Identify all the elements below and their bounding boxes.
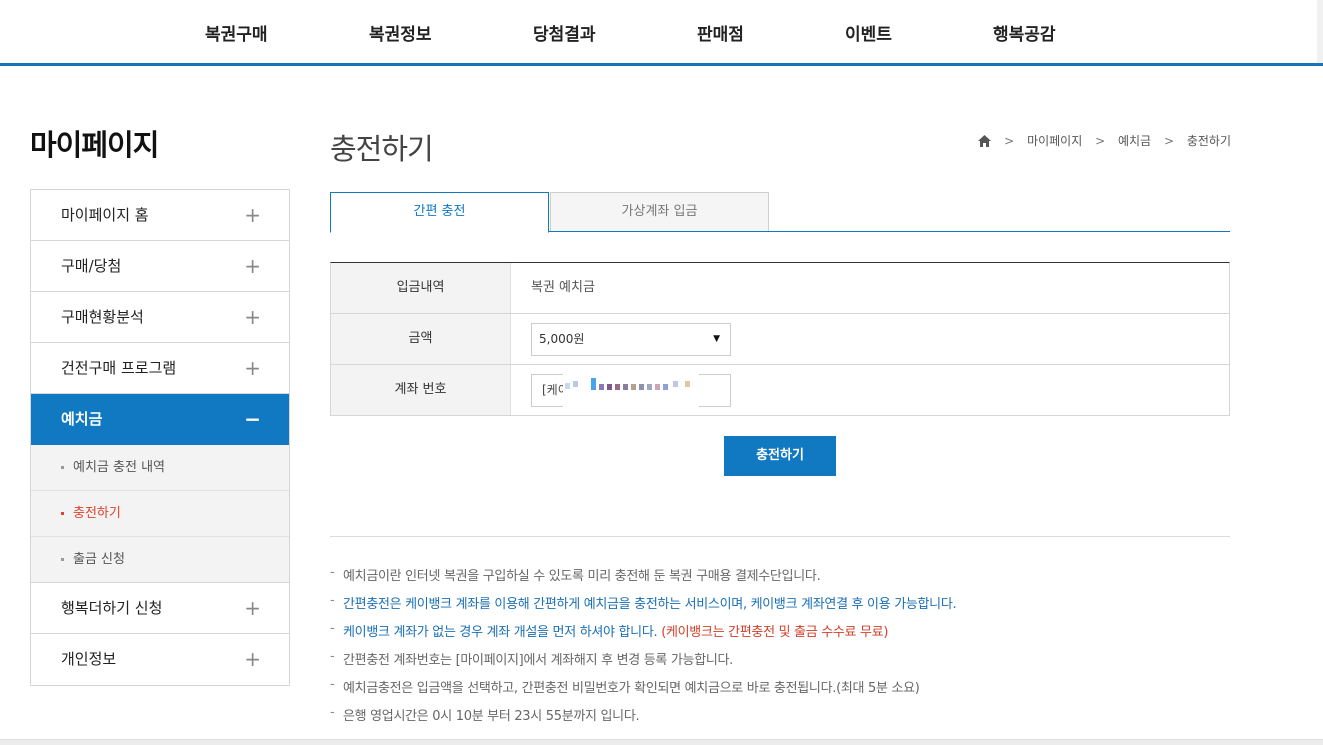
divider <box>330 536 1230 537</box>
chevron-right-icon: > <box>1163 133 1174 148</box>
dropdown-arrow-icon: ▼ <box>713 334 720 344</box>
plus-icon: + <box>244 596 261 620</box>
breadcrumb-deposit[interactable]: 예치금 <box>1118 132 1151 149</box>
note-item: - 간편충전 계좌번호는 [마이페이지]에서 계좌해지 후 변경 등록 가능합니… <box>330 649 734 668</box>
chevron-right-icon: > <box>1095 133 1106 148</box>
note-item: - 예치금충전은 입금액을 선택하고, 간편충전 비밀번호가 확인되면 예치금으… <box>330 677 920 696</box>
home-icon[interactable] <box>978 134 992 148</box>
label-account: 계좌 번호 <box>331 365 511 415</box>
sidebar-subitem-deposit-history[interactable]: 예치금 충전 내역 <box>31 445 289 491</box>
sidebar-title: 마이페이지 <box>30 128 159 162</box>
sidebar-item-deposit[interactable]: 예치금 − <box>31 394 289 445</box>
tab-simple-charge[interactable]: 간편 충전 <box>330 192 549 233</box>
sidebar-item-personal-info[interactable]: 개인정보 + <box>31 634 289 685</box>
breadcrumb-current: 충전하기 <box>1186 134 1231 148</box>
nav-winning-results[interactable]: 당첨결과 <box>533 20 596 45</box>
sidebar-item-purchase-analysis[interactable]: 구매현황분석 + <box>31 292 289 343</box>
tab-virtual-account[interactable]: 가상계좌 입금 <box>550 192 769 231</box>
label-amount: 금액 <box>331 314 511 364</box>
sidebar-item-label: 개인정보 <box>61 650 117 668</box>
sidebar-item-happiness-plus[interactable]: 행복더하기 신청 + <box>31 583 289 634</box>
chevron-right-icon: > <box>1004 133 1015 148</box>
sidebar-item-label: 마이페이지 홈 <box>61 206 149 224</box>
sidebar-item-purchase-winning[interactable]: 구매/당첨 + <box>31 241 289 292</box>
breadcrumb: > 마이페이지 > 예치금 > 충전하기 <box>978 132 1231 149</box>
amount-selected-value: 5,000원 <box>539 332 585 346</box>
bullet-icon <box>61 512 64 515</box>
sidebar-item-label: 구매/당첨 <box>61 257 122 275</box>
sidebar-subitem-withdraw[interactable]: 출금 신청 <box>31 537 289 583</box>
plus-icon: + <box>244 203 261 227</box>
form-row-deposit-type: 입금내역 복권 예치금 <box>331 263 1229 314</box>
charge-tabs: 간편 충전 가상계좌 입금 <box>330 192 1230 233</box>
sidebar-item-healthy-purchase[interactable]: 건전구매 프로그램 + <box>31 343 289 394</box>
nav-happiness[interactable]: 행복공감 <box>993 20 1056 45</box>
bullet-icon <box>61 558 64 561</box>
charge-form: 입금내역 복권 예치금 금액 5,000원 ▼ 계좌 번호 [케이 <box>330 262 1230 416</box>
sidebar-subitem-charge[interactable]: 충전하기 <box>31 491 289 537</box>
footer-edge <box>0 739 1323 745</box>
sidebar-item-label: 구매현황분석 <box>61 308 144 326</box>
note-text: 간편충전 계좌번호는 [마이페이지]에서 계좌해지 후 변경 등록 가능합니다. <box>343 653 734 668</box>
bullet-icon <box>61 466 64 469</box>
sidebar-subitem-label: 충전하기 <box>73 506 121 521</box>
nav-events[interactable]: 이벤트 <box>845 20 892 45</box>
info-notes: - 예치금이란 인터넷 복권을 구입하실 수 있도록 미리 충전해 둔 복권 구… <box>330 565 1230 733</box>
note-item: - 예치금이란 인터넷 복권을 구입하실 수 있도록 미리 충전해 둔 복권 구… <box>330 565 821 584</box>
form-row-amount: 금액 5,000원 ▼ <box>331 314 1229 365</box>
sidebar-item-label: 행복더하기 신청 <box>61 599 163 617</box>
scrollbar[interactable] <box>1317 0 1323 63</box>
note-item: - 은행 영업시간은 0시 10분 부터 23시 55분까지 입니다. <box>330 705 640 724</box>
nav-lottery-info[interactable]: 복권정보 <box>369 20 432 45</box>
sidebar-subitem-label: 예치금 충전 내역 <box>73 460 165 475</box>
plus-icon: + <box>244 647 261 671</box>
note-highlight: (케이뱅크는 간편충전 및 출금 수수료 무료) <box>661 625 889 640</box>
note-text: 간편충전은 케이뱅크 계좌를 이용해 간편하게 예치금을 충전하는 서비스이며,… <box>343 597 957 612</box>
sidebar-item-label: 건전구매 프로그램 <box>61 359 177 377</box>
plus-icon: + <box>244 356 261 380</box>
sidebar-item-label: 예치금 <box>61 410 103 428</box>
breadcrumb-mypage[interactable]: 마이페이지 <box>1027 132 1082 149</box>
note-text: 예치금이란 인터넷 복권을 구입하실 수 있도록 미리 충전해 둔 복권 구매용… <box>343 569 821 584</box>
nav-lottery-purchase[interactable]: 복권구매 <box>205 20 268 45</box>
sidebar-subitem-label: 출금 신청 <box>73 552 125 567</box>
label-deposit-type: 입금내역 <box>331 263 511 313</box>
form-row-account: 계좌 번호 [케이 <box>331 365 1229 416</box>
top-navigation: 복권구매 복권정보 당첨결과 판매점 이벤트 행복공감 <box>0 0 1323 66</box>
note-item: - 케이뱅크 계좌가 없는 경우 계좌 개설을 먼저 하셔야 합니다. (케이뱅… <box>330 621 889 640</box>
plus-icon: + <box>244 305 261 329</box>
sidebar-item-mypage-home[interactable]: 마이페이지 홈 + <box>31 190 289 241</box>
note-text: 은행 영업시간은 0시 10분 부터 23시 55분까지 입니다. <box>343 709 640 724</box>
amount-select[interactable]: 5,000원 ▼ <box>531 323 731 356</box>
plus-icon: + <box>244 254 261 278</box>
charge-button[interactable]: 충전하기 <box>724 436 836 476</box>
sidebar-menu: 마이페이지 홈 + 구매/당첨 + 구매현황분석 + 건전구매 프로그램 + 예… <box>30 189 290 686</box>
minus-icon: − <box>244 407 261 431</box>
nav-stores[interactable]: 판매점 <box>697 20 744 45</box>
note-text: 예치금충전은 입금액을 선택하고, 간편충전 비밀번호가 확인되면 예치금으로 … <box>343 681 920 696</box>
page-title: 충전하기 <box>330 132 434 166</box>
masked-account-number <box>563 365 699 407</box>
deposit-type-value: 복권 예치금 <box>531 280 595 295</box>
note-item: - 간편충전은 케이뱅크 계좌를 이용해 간편하게 예치금을 충전하는 서비스이… <box>330 593 957 612</box>
note-text: 케이뱅크 계좌가 없는 경우 계좌 개설을 먼저 하셔야 합니다. <box>343 625 658 640</box>
